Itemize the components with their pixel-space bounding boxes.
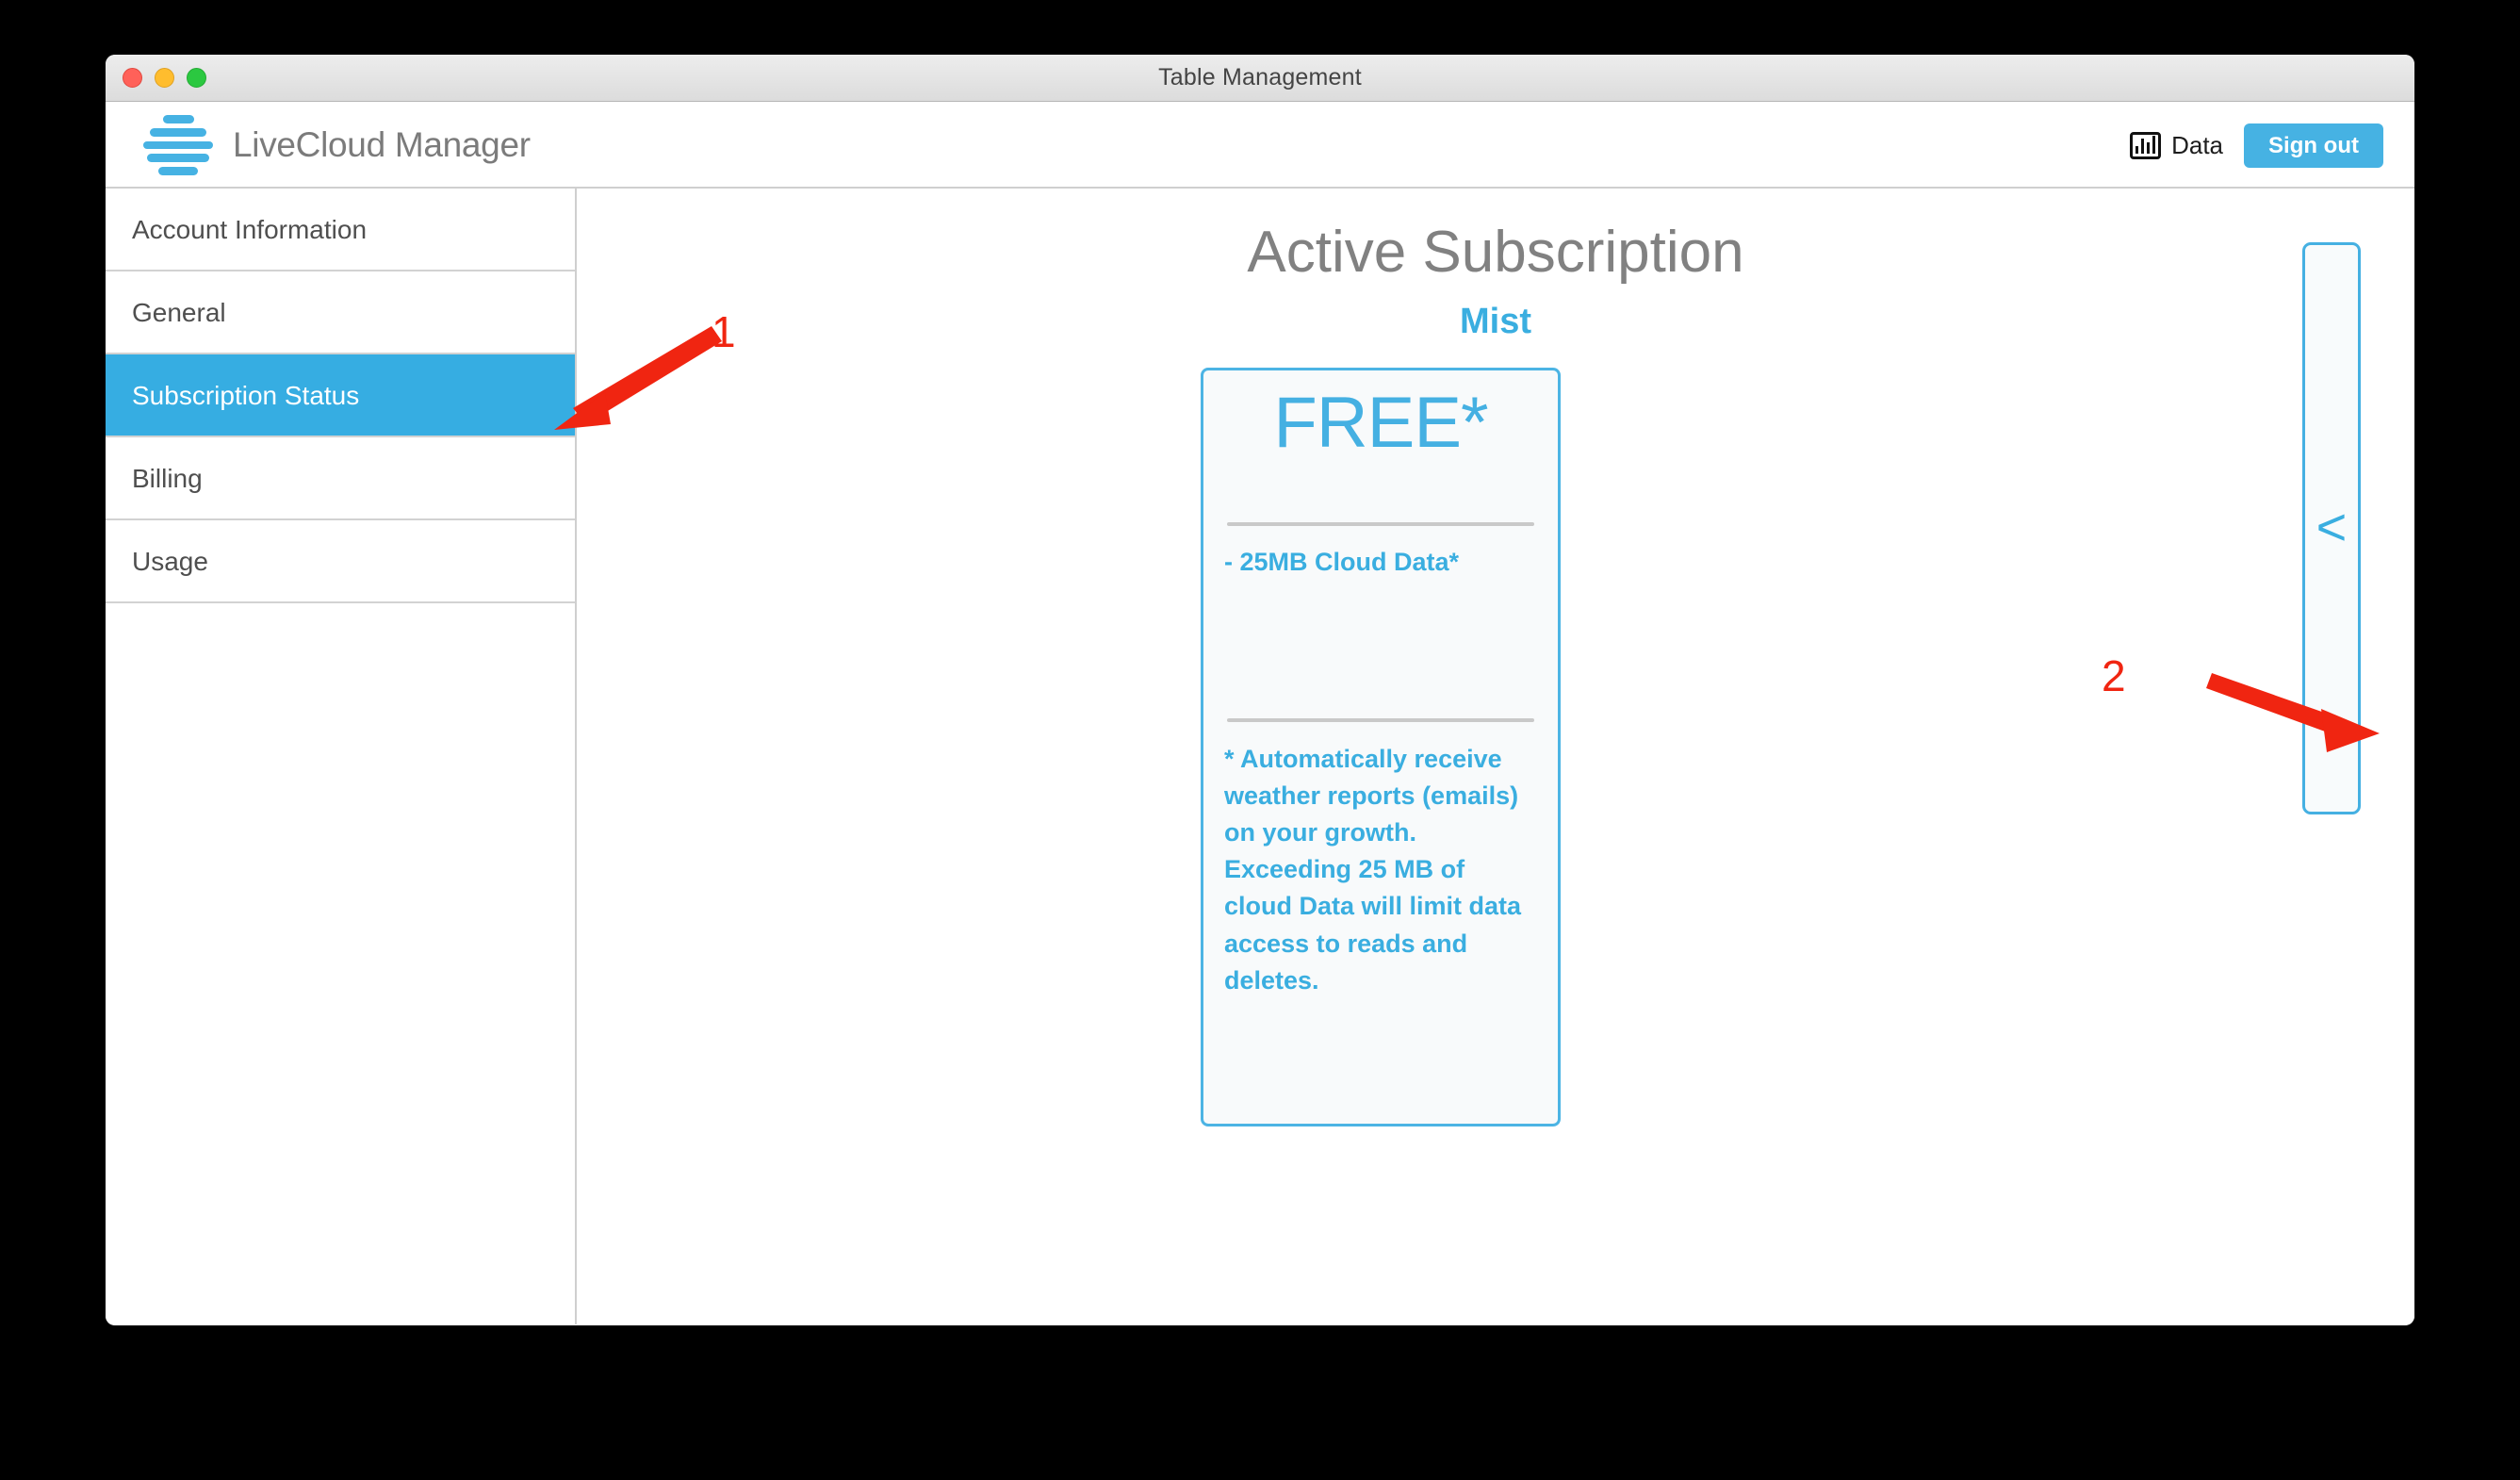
plan-feature-list: - 25MB Cloud Data* [1224,545,1537,579]
active-plan-name: Mist [1460,302,1531,341]
data-button[interactable]: Data [2130,131,2223,160]
side-collapse-panel[interactable]: < [2302,242,2361,814]
plan-feature-item: - 25MB Cloud Data* [1224,548,1460,577]
data-button-label: Data [2171,130,2224,159]
plan-price: FREE* [1273,383,1488,463]
bar-chart-icon [2130,131,2162,159]
sidebar: Account Information General Subscription… [106,189,577,1324]
card-divider-top [1227,522,1534,527]
brand: LiveCloud Manager [143,102,531,189]
brand-name: LiveCloud Manager [233,125,531,164]
card-divider-bottom [1227,717,1534,722]
screen: Table Management LiveCloud Manager Data … [0,0,2520,1480]
page-title: Active Subscription [1247,220,1744,285]
livecloud-stack-logo-icon [143,115,213,175]
header-actions: Data Sign out [2130,102,2383,189]
window-body: Account Information General Subscription… [106,189,2414,1324]
window-titlebar: Table Management [106,55,2414,102]
sidebar-item-account-information[interactable]: Account Information [106,189,575,271]
main-content: Active Subscription Mist FREE* - 25MB Cl… [577,189,2414,1324]
app-header: LiveCloud Manager Data Sign out [106,102,2414,189]
sidebar-item-billing[interactable]: Billing [106,437,575,520]
window-title: Table Management [1158,64,1362,90]
plan-footnote: * Automatically receive weather reports … [1224,744,1522,995]
app-window: Table Management LiveCloud Manager Data … [106,55,2414,1325]
chevron-left-icon: < [2315,496,2348,556]
sidebar-item-subscription-status[interactable]: Subscription Status [106,354,575,437]
sign-out-button[interactable]: Sign out [2244,123,2383,168]
sidebar-item-usage[interactable]: Usage [106,520,575,603]
sidebar-item-general[interactable]: General [106,271,575,354]
subscription-plan-card: FREE* - 25MB Cloud Data* * Automatically… [1201,368,1561,1126]
